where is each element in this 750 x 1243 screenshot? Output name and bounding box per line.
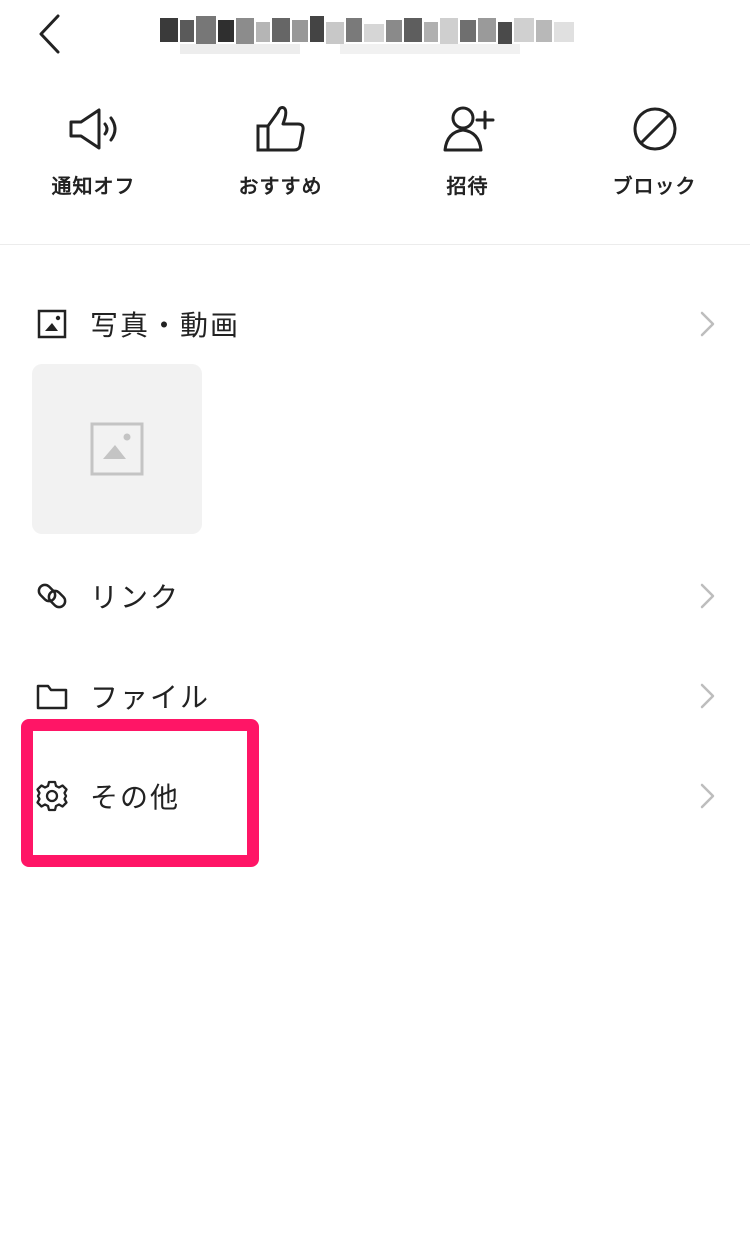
add-user-icon: [443, 106, 494, 152]
notifications-off-button[interactable]: 通知オフ: [0, 90, 187, 220]
link-icon: [37, 583, 67, 609]
thumbs-up-icon: [256, 106, 305, 152]
menu-row-links[interactable]: リンク: [0, 561, 750, 631]
menu-row-photos[interactable]: 写真・動画: [0, 289, 750, 359]
invite-button[interactable]: 招待: [374, 90, 561, 220]
chevron-right-icon: [700, 683, 715, 709]
block-button[interactable]: ブロック: [561, 90, 748, 220]
chevron-right-icon: [700, 783, 715, 809]
block-label: ブロック: [612, 174, 697, 198]
blurred-chat-title: [160, 16, 574, 54]
chevron-left-icon: [39, 14, 60, 54]
menu-row-other[interactable]: その他: [0, 761, 750, 831]
invite-label: 招待: [446, 174, 489, 198]
menu-row-label: その他: [90, 781, 181, 814]
block-icon: [633, 107, 676, 151]
recommend-button[interactable]: おすすめ: [187, 90, 374, 220]
back-button[interactable]: [24, 8, 76, 60]
recommend-label: おすすめ: [238, 174, 323, 198]
menu-row-label: リンク: [90, 581, 181, 614]
section-divider: [0, 244, 750, 245]
gear-icon: [36, 780, 68, 812]
menu-row-label: 写真・動画: [90, 309, 241, 342]
header: [0, 0, 750, 70]
menu-row-label: ファイル: [90, 681, 211, 714]
image-icon: [37, 309, 67, 339]
folder-icon: [36, 684, 68, 710]
speaker-icon: [69, 108, 116, 150]
chevron-right-icon: [700, 583, 715, 609]
notifications-off-label: 通知オフ: [51, 174, 136, 198]
action-bar: 通知オフ おすすめ 招待 ブロック: [0, 90, 750, 220]
menu-row-files[interactable]: ファイル: [0, 661, 750, 731]
media-thumbnail-placeholder[interactable]: [32, 364, 202, 534]
image-placeholder-icon: [90, 422, 144, 476]
chevron-right-icon: [700, 311, 715, 337]
